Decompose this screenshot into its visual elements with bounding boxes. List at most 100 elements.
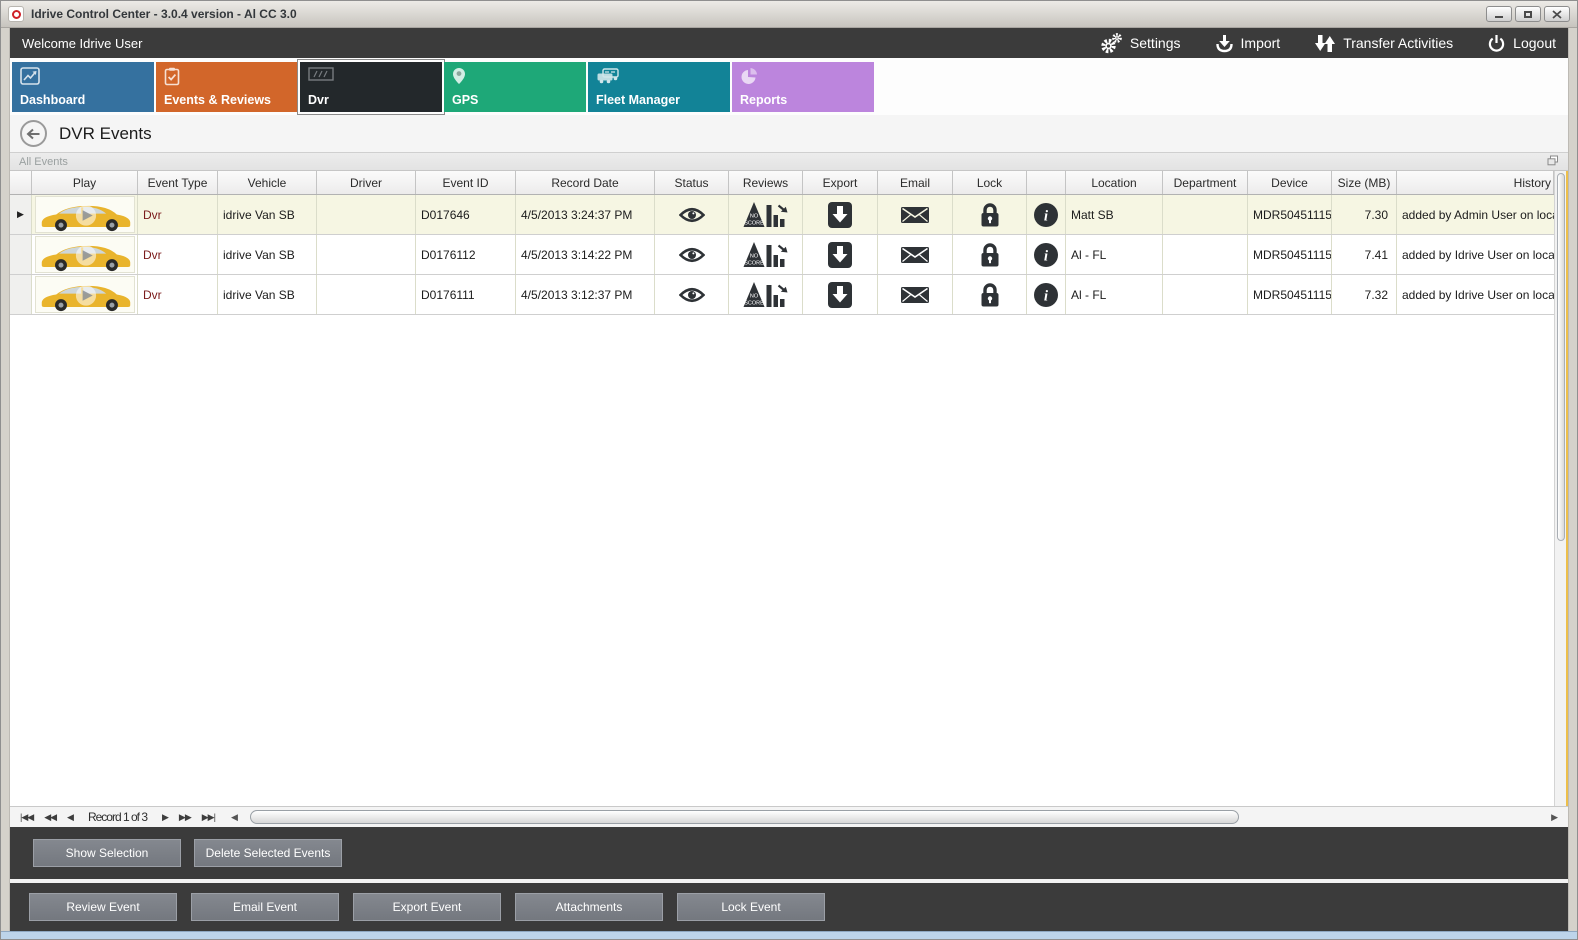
logout-label: Logout bbox=[1513, 35, 1556, 51]
maximize-button[interactable] bbox=[1515, 6, 1541, 22]
header-email[interactable]: Email bbox=[878, 171, 953, 194]
record-date: 4/5/2013 3:12:37 PM bbox=[516, 275, 655, 314]
event-type: Dvr bbox=[143, 248, 162, 262]
reviews-score-icon[interactable] bbox=[743, 200, 789, 230]
vertical-scrollbar-thumb[interactable] bbox=[1557, 173, 1565, 541]
delete-selected-events-button[interactable]: Delete Selected Events bbox=[194, 839, 342, 867]
size-mb: 7.32 bbox=[1332, 275, 1397, 314]
play-thumbnail[interactable] bbox=[35, 276, 135, 313]
pager-bar: |◀◀ ◀◀ ◀ Record 1 of 3 ▶ ▶▶ ▶▶| ◀ ▶ bbox=[10, 806, 1568, 827]
minimize-icon bbox=[1495, 16, 1503, 18]
header-record-date[interactable]: Record Date bbox=[516, 171, 655, 194]
export-event-button[interactable]: Export Event bbox=[353, 893, 501, 921]
header-vehicle[interactable]: Vehicle bbox=[218, 171, 317, 194]
table-row[interactable]: Dvr idrive Van SB D0176112 4/5/2013 3:14… bbox=[10, 235, 1554, 275]
show-selection-button[interactable]: Show Selection bbox=[33, 839, 181, 867]
next-page-button[interactable]: ▶▶ bbox=[179, 812, 191, 823]
header-size[interactable]: Size (MB) bbox=[1332, 171, 1397, 194]
next-record-button[interactable]: ▶ bbox=[162, 812, 168, 823]
header-department[interactable]: Department bbox=[1163, 171, 1248, 194]
first-record-button[interactable]: |◀◀ bbox=[20, 812, 33, 823]
info-icon[interactable] bbox=[1033, 282, 1059, 308]
info-icon[interactable] bbox=[1033, 242, 1059, 268]
record-navigator: |◀◀ ◀◀ ◀ Record 1 of 3 ▶ ▶▶ ▶▶| bbox=[10, 810, 225, 824]
tile-dvr[interactable]: Dvr bbox=[300, 62, 442, 112]
welcome-text: Welcome Idrive User bbox=[22, 36, 142, 51]
minimize-button[interactable] bbox=[1486, 6, 1512, 22]
size-mb: 7.30 bbox=[1332, 195, 1397, 234]
header-selector bbox=[10, 171, 32, 194]
tile-gps[interactable]: GPS bbox=[444, 62, 586, 112]
status-eye-icon[interactable] bbox=[679, 207, 705, 223]
header-device[interactable]: Device bbox=[1248, 171, 1332, 194]
header-status[interactable]: Status bbox=[655, 171, 729, 194]
scroll-right-icon[interactable]: ▶ bbox=[1545, 812, 1564, 823]
info-icon[interactable] bbox=[1033, 202, 1059, 228]
vertical-scrollbar[interactable] bbox=[1554, 171, 1566, 806]
play-thumbnail[interactable] bbox=[35, 196, 135, 233]
settings-button[interactable]: Settings bbox=[1099, 32, 1181, 54]
lock-event-button[interactable]: Lock Event bbox=[677, 893, 825, 921]
header-event-type[interactable]: Event Type bbox=[138, 171, 218, 194]
maximize-icon bbox=[1524, 11, 1532, 18]
size-mb: 7.41 bbox=[1332, 235, 1397, 274]
export-icon[interactable] bbox=[827, 241, 853, 269]
tile-fleet-manager[interactable]: Fleet Manager bbox=[588, 62, 730, 112]
tab-all-events[interactable]: All Events bbox=[19, 156, 68, 168]
history: added by Idrive User on loca bbox=[1397, 275, 1554, 314]
review-event-button[interactable]: Review Event bbox=[29, 893, 177, 921]
play-thumbnail[interactable] bbox=[35, 236, 135, 273]
table-row[interactable]: Dvr idrive Van SB D0176111 4/5/2013 3:12… bbox=[10, 275, 1554, 315]
header-export[interactable]: Export bbox=[803, 171, 878, 194]
lock-icon[interactable] bbox=[978, 201, 1002, 229]
header-driver[interactable]: Driver bbox=[317, 171, 416, 194]
horizontal-scrollbar-track[interactable] bbox=[244, 807, 1545, 827]
window-bottom-edge bbox=[1, 931, 1577, 939]
header-history[interactable]: History bbox=[1397, 171, 1554, 194]
lock-icon[interactable] bbox=[978, 241, 1002, 269]
header-reviews[interactable]: Reviews bbox=[729, 171, 803, 194]
close-button[interactable] bbox=[1544, 6, 1570, 22]
event-id: D017646 bbox=[416, 195, 516, 234]
header-event-id[interactable]: Event ID bbox=[416, 171, 516, 194]
import-button[interactable]: Import bbox=[1215, 33, 1281, 53]
transfer-arrows-icon bbox=[1314, 34, 1336, 53]
email-icon[interactable] bbox=[900, 245, 930, 265]
reviews-score-icon[interactable] bbox=[743, 240, 789, 270]
status-eye-icon[interactable] bbox=[679, 247, 705, 263]
scroll-left-icon[interactable]: ◀ bbox=[225, 812, 244, 823]
email-icon[interactable] bbox=[900, 205, 930, 225]
table-row[interactable]: ▶ Dvr idrive Van SB D017646 4/5/2013 3:2… bbox=[10, 195, 1554, 235]
export-icon[interactable] bbox=[827, 281, 853, 309]
email-event-button[interactable]: Email Event bbox=[191, 893, 339, 921]
tile-reports-label: Reports bbox=[740, 93, 787, 107]
header-play[interactable]: Play bbox=[32, 171, 138, 194]
vehicle: idrive Van SB bbox=[218, 235, 317, 274]
logout-button[interactable]: Logout bbox=[1487, 34, 1556, 53]
tile-events-reviews[interactable]: Events & Reviews bbox=[156, 62, 298, 112]
prev-record-button[interactable]: ◀ bbox=[67, 812, 73, 823]
status-eye-icon[interactable] bbox=[679, 287, 705, 303]
device: MDR504511155 bbox=[1248, 235, 1332, 274]
restore-panel-icon[interactable] bbox=[1547, 153, 1559, 171]
header-info[interactable] bbox=[1027, 171, 1066, 194]
title-bar: Idrive Control Center - 3.0.4 version - … bbox=[1, 1, 1577, 28]
last-record-button[interactable]: ▶▶| bbox=[202, 812, 215, 823]
tile-reports[interactable]: Reports bbox=[732, 62, 874, 112]
lock-icon[interactable] bbox=[978, 281, 1002, 309]
header-location[interactable]: Location bbox=[1066, 171, 1163, 194]
device: MDR504511155 bbox=[1248, 195, 1332, 234]
reviews-score-icon[interactable] bbox=[743, 280, 789, 310]
prev-page-button[interactable]: ◀◀ bbox=[44, 812, 56, 823]
back-button[interactable] bbox=[20, 120, 47, 147]
record-date: 4/5/2013 3:14:22 PM bbox=[516, 235, 655, 274]
export-icon[interactable] bbox=[827, 201, 853, 229]
transfer-activities-button[interactable]: Transfer Activities bbox=[1314, 34, 1453, 53]
horizontal-scrollbar-thumb[interactable] bbox=[250, 810, 1239, 824]
header-lock[interactable]: Lock bbox=[953, 171, 1027, 194]
email-icon[interactable] bbox=[900, 285, 930, 305]
attachments-button[interactable]: Attachments bbox=[515, 893, 663, 921]
clipboard-check-icon bbox=[164, 67, 180, 86]
tile-dashboard[interactable]: Dashboard bbox=[12, 62, 154, 112]
settings-label: Settings bbox=[1130, 35, 1181, 51]
